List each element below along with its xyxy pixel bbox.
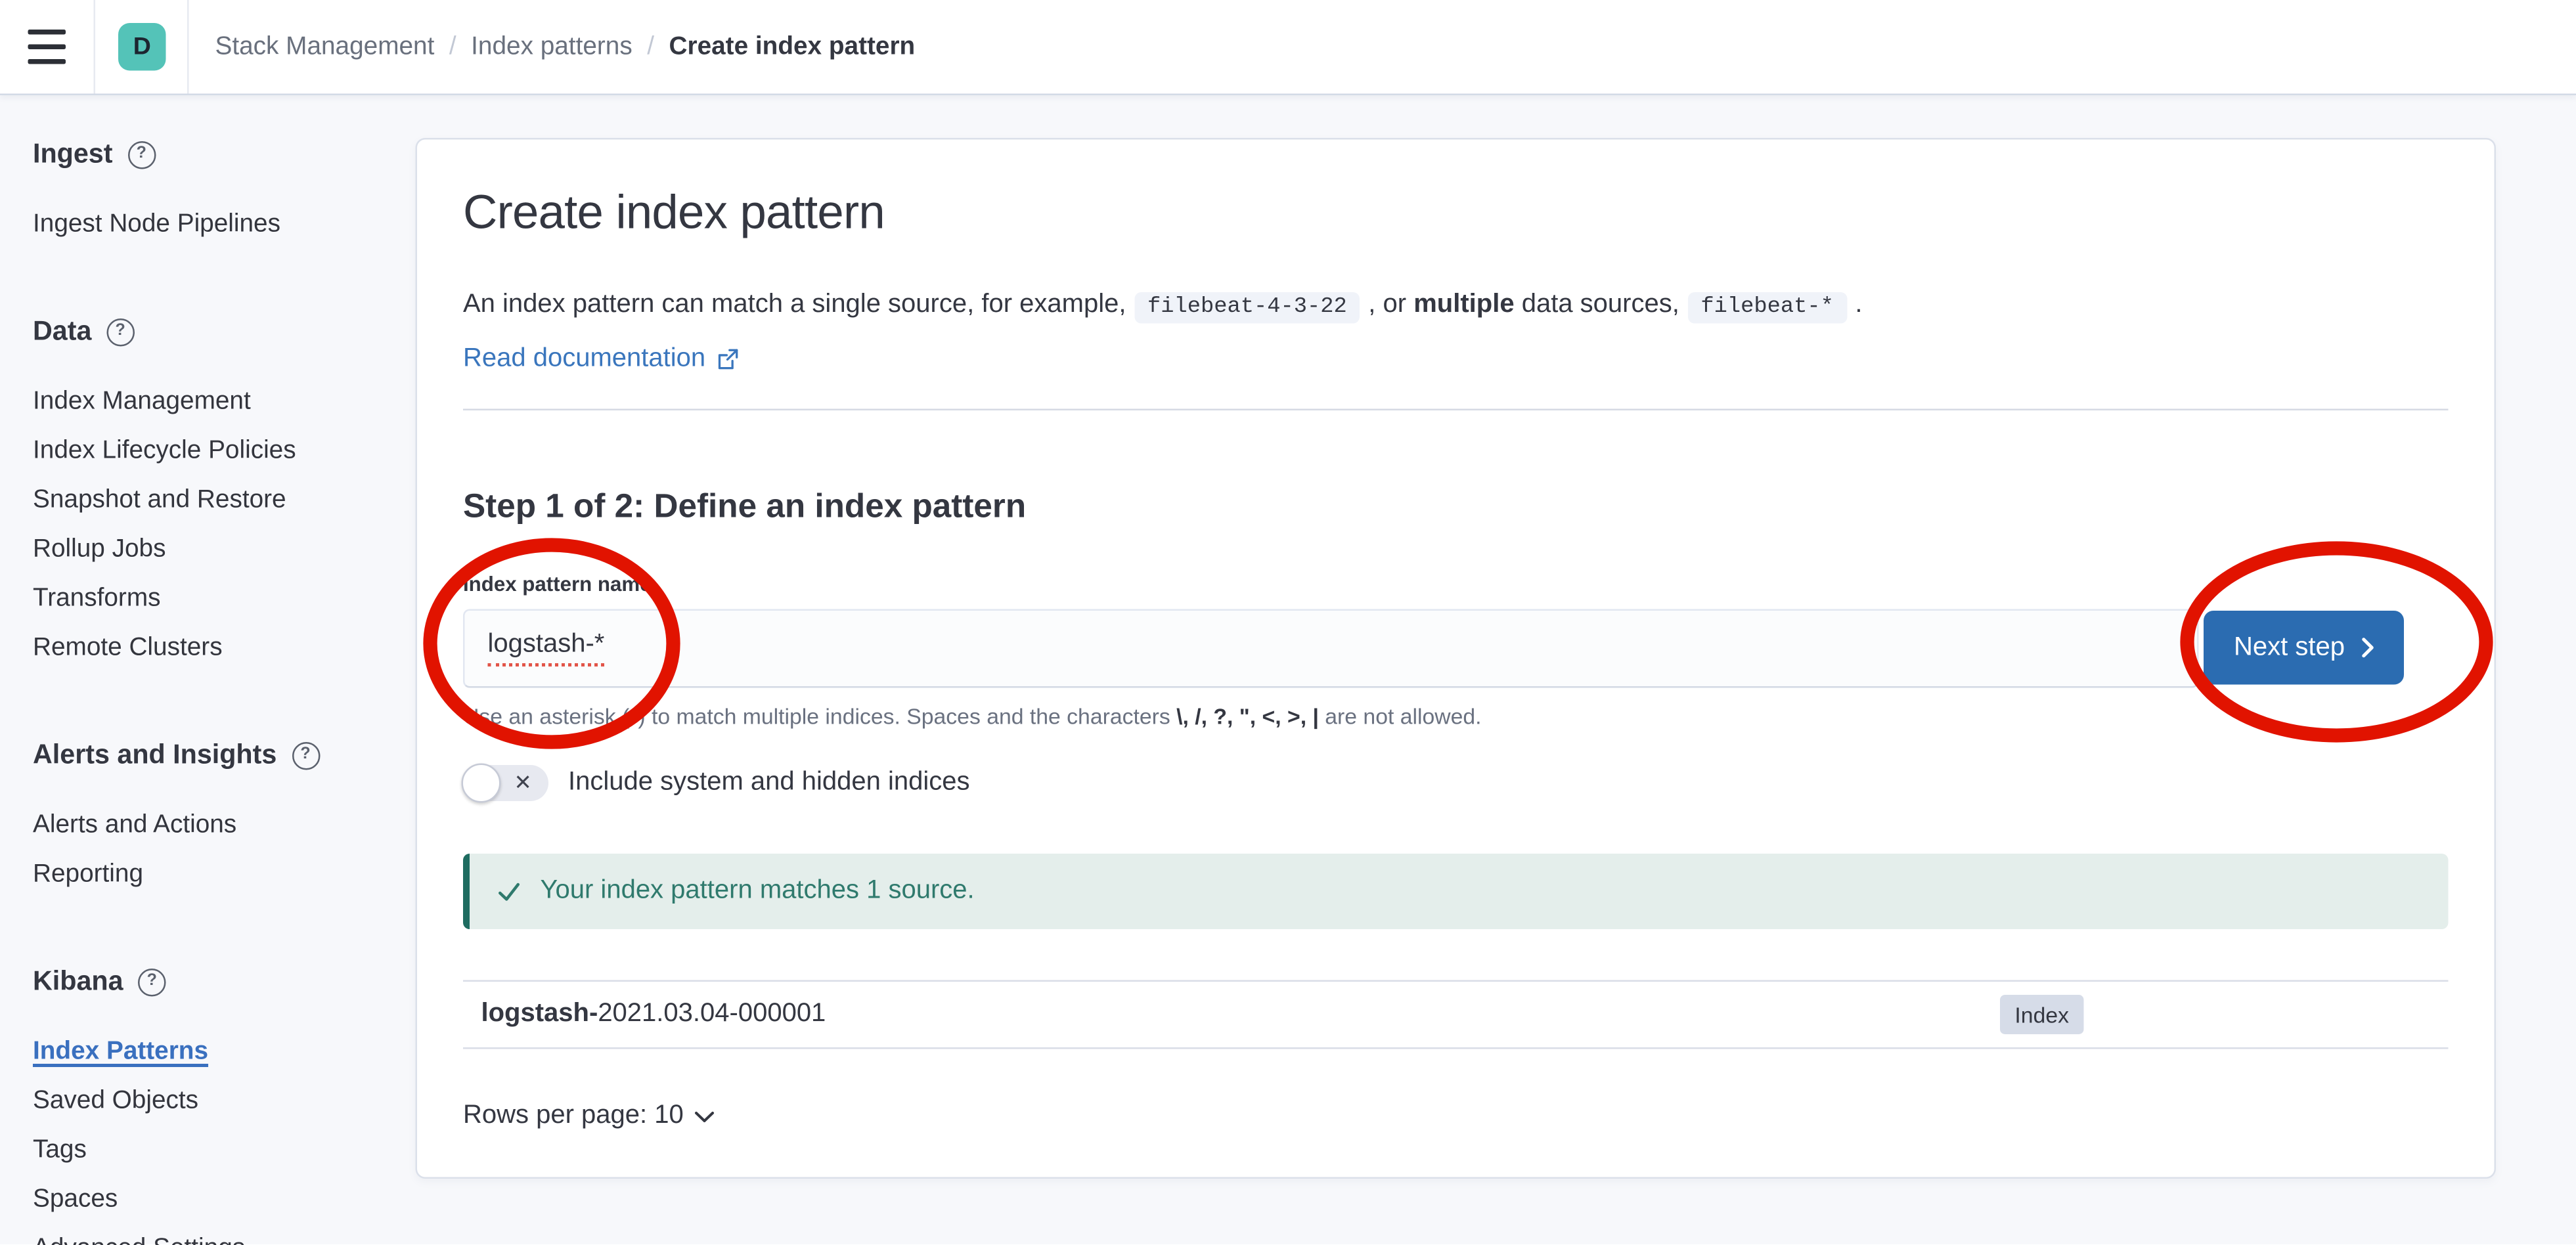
index-pattern-input-value: logstash-*: [488, 630, 605, 666]
sidebar-item-ingest-node-pipelines[interactable]: Ingest Node Pipelines: [33, 200, 403, 250]
intro-text: An index pattern can match a single sour…: [463, 284, 2449, 330]
sidebar-item-index-lifecycle-policies[interactable]: Index Lifecycle Policies: [33, 427, 403, 476]
index-pattern-input-row: logstash-* Next step: [463, 609, 2449, 688]
breadcrumb: Stack Management / Index patterns / Crea…: [215, 0, 916, 94]
code-example-single: filebeat-4-3-22: [1134, 292, 1360, 324]
management-sidebar: Ingest ? Ingest Node Pipelines Data ? In…: [33, 138, 403, 1245]
breadcrumb-separator: /: [647, 32, 654, 62]
create-index-pattern-panel: Create index pattern An index pattern ca…: [416, 138, 2497, 1179]
help-question-icon[interactable]: ?: [127, 141, 156, 169]
input-help-text: Use an asterisk (*) to match multiple in…: [463, 703, 2449, 732]
include-hidden-indices-toggle[interactable]: ✕: [463, 765, 548, 801]
breadcrumb-stack-management[interactable]: Stack Management: [215, 32, 435, 62]
intro-part: An index pattern can match a single sour…: [463, 291, 1126, 319]
sidebar-header-kibana: Kibana ?: [33, 965, 403, 998]
hidden-indices-toggle-row: ✕ Include system and hidden indices: [463, 764, 2449, 803]
sidebar-item-alerts-and-actions[interactable]: Alerts and Actions: [33, 801, 403, 850]
check-icon: [496, 879, 522, 905]
index-name-rest: 2021.03.04-000001: [598, 1000, 826, 1030]
sidebar-item-reporting[interactable]: Reporting: [33, 850, 403, 900]
sidebar-header-label: Ingest: [33, 138, 112, 171]
toggle-knob: [462, 764, 501, 803]
next-step-label: Next step: [2234, 633, 2345, 663]
sidebar-item-tags[interactable]: Tags: [33, 1126, 403, 1175]
index-pattern-input[interactable]: logstash-*: [463, 609, 2199, 688]
sidebar-header-alerts-insights: Alerts and Insights ?: [33, 739, 403, 772]
sidebar-header-label: Data: [33, 315, 91, 348]
index-pattern-name-label: Index pattern name: [463, 571, 2449, 598]
header-divider: [187, 0, 189, 94]
rows-per-page-label: Rows per page: 10: [463, 1102, 684, 1131]
matching-sources-table: logstash-2021.03.04-000001 Index: [463, 980, 2449, 1049]
sidebar-group-ingest: Ingest ? Ingest Node Pipelines: [33, 138, 403, 250]
help-question-icon[interactable]: ?: [292, 741, 320, 770]
index-type-badge: Index: [2000, 995, 2084, 1034]
next-step-button[interactable]: Next step: [2204, 611, 2404, 685]
help-suffix: are not allowed.: [1319, 705, 1482, 730]
sidebar-item-advanced-settings[interactable]: Advanced Settings: [33, 1225, 403, 1245]
breadcrumb-separator: /: [449, 32, 456, 62]
space-avatar[interactable]: D: [118, 23, 166, 71]
sidebar-item-spaces[interactable]: Spaces: [33, 1175, 403, 1225]
sidebar-header-label: Alerts and Insights: [33, 739, 277, 772]
table-row: logstash-2021.03.04-000001: [481, 982, 826, 1047]
intro-part: data sources,: [1522, 291, 1679, 319]
help-question-icon[interactable]: ?: [106, 318, 135, 346]
sidebar-item-transforms[interactable]: Transforms: [33, 575, 403, 624]
help-question-icon[interactable]: ?: [138, 968, 166, 996]
help-prefix: Use an asterisk (*) to match multiple in…: [463, 705, 1176, 730]
external-link-icon: [715, 348, 738, 371]
read-documentation-label: Read documentation: [463, 343, 705, 376]
help-forbidden-characters: \, /, ?, ", <, >, |: [1176, 705, 1319, 730]
sidebar-item-rollup-jobs[interactable]: Rollup Jobs: [33, 525, 403, 575]
intro-bold-multiple: multiple: [1413, 291, 1514, 319]
index-name-match: logstash-: [481, 1000, 598, 1030]
code-example-wildcard: filebeat-*: [1687, 292, 1847, 324]
section-divider: [463, 409, 2449, 411]
success-callout-text: Your index pattern matches 1 source.: [541, 877, 975, 906]
sidebar-item-index-management[interactable]: Index Management: [33, 378, 403, 427]
toggle-off-x-icon: ✕: [514, 765, 532, 801]
sidebar-group-kibana: Kibana ? Index Patterns Saved Objects Ta…: [33, 965, 403, 1245]
step-heading: Step 1 of 2: Define an index pattern: [463, 486, 2449, 527]
chevron-down-icon: [695, 1110, 715, 1122]
read-documentation-link[interactable]: Read documentation: [463, 343, 738, 376]
toggle-label: Include system and hidden indices: [568, 768, 969, 798]
intro-part: .: [1855, 291, 1862, 319]
page-background: Ingest ? Ingest Node Pipelines Data ? In…: [0, 94, 2576, 1245]
sidebar-header-label: Kibana: [33, 965, 123, 998]
header-divider: [94, 0, 96, 94]
sidebar-item-saved-objects[interactable]: Saved Objects: [33, 1077, 403, 1126]
sidebar-group-data: Data ? Index Management Index Lifecycle …: [33, 315, 403, 673]
sidebar-item-snapshot-and-restore[interactable]: Snapshot and Restore: [33, 476, 403, 525]
sidebar-item-remote-clusters[interactable]: Remote Clusters: [33, 624, 403, 673]
breadcrumb-index-patterns[interactable]: Index patterns: [471, 32, 633, 62]
sidebar-item-index-patterns[interactable]: Index Patterns: [33, 1028, 403, 1077]
breadcrumb-current-page: Create index pattern: [669, 32, 916, 62]
success-callout: Your index pattern matches 1 source.: [463, 854, 2449, 929]
menu-hamburger-icon[interactable]: [28, 30, 66, 64]
top-navigation-bar: D Stack Management / Index patterns / Cr…: [0, 0, 2576, 95]
screenshot-stage: D Stack Management / Index patterns / Cr…: [0, 0, 2576, 1245]
intro-part: , or: [1368, 291, 1406, 319]
sidebar-group-alerts-insights: Alerts and Insights ? Alerts and Actions…: [33, 739, 403, 900]
sidebar-header-data: Data ?: [33, 315, 403, 348]
sidebar-header-ingest: Ingest ?: [33, 138, 403, 171]
page-title: Create index pattern: [463, 186, 2449, 242]
chevron-right-icon: [2361, 637, 2374, 659]
rows-per-page-button[interactable]: Rows per page: 10: [463, 1102, 715, 1131]
